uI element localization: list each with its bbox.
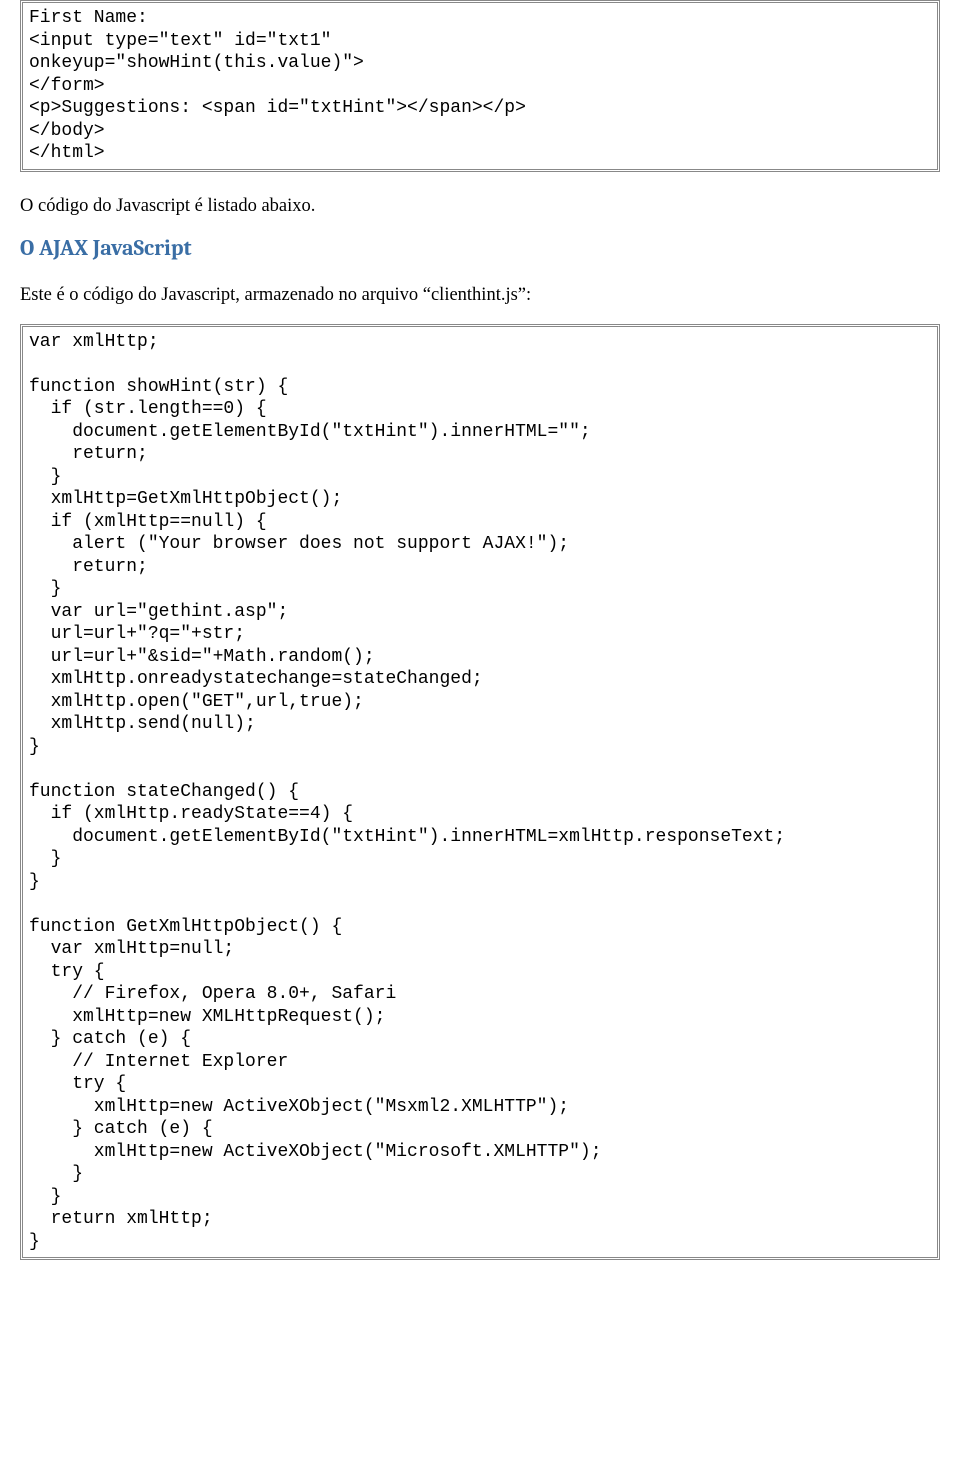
paragraph-js-listed-below: O código do Javascript é listado abaixo. [20,196,940,217]
code-block-html-fragment: First Name: <input type="text" id="txt1"… [20,0,940,172]
heading-ajax-javascript: O AJAX JavaScript [20,235,940,261]
code-block-clienthint-js: var xmlHttp; function showHint(str) { if… [20,324,940,1261]
paragraph-clienthint-intro: Este é o código do Javascript, armazenad… [20,285,940,306]
